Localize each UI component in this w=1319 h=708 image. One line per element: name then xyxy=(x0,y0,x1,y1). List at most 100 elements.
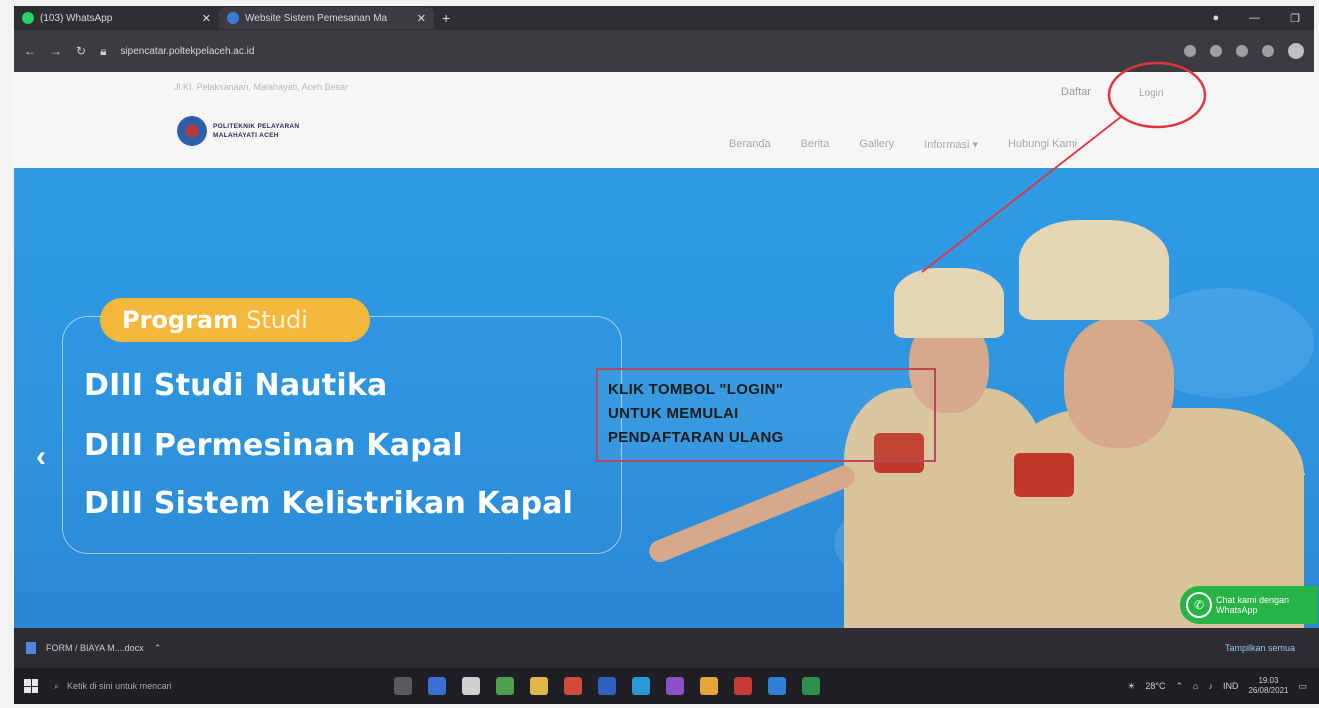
logo-line2: MALAHAYATI ACEH xyxy=(213,132,279,139)
weather-icon[interactable]: ☀ xyxy=(1127,681,1135,692)
new-tab-icon[interactable]: + xyxy=(442,10,450,26)
restore-icon[interactable]: ❐ xyxy=(1290,12,1300,25)
search-placeholder: Ketik di sini untuk mencari xyxy=(67,681,172,691)
clock-date: 26/08/2021 xyxy=(1248,686,1289,695)
window-controls: ● — ❐ xyxy=(1212,12,1314,25)
whatsapp-icon xyxy=(22,12,34,24)
hero-slider: Program Studi DIII Studi Nautika DIII Pe… xyxy=(14,168,1319,628)
file-explorer-icon[interactable] xyxy=(530,677,548,695)
annotation-line-2: UNTUK MEMULAI xyxy=(608,405,739,422)
star-icon[interactable] xyxy=(1210,45,1222,57)
word-icon[interactable] xyxy=(598,677,616,695)
app-orange-icon[interactable] xyxy=(700,677,718,695)
main-nav: Beranda Berita Gallery Informasi ▾ Hubun… xyxy=(729,138,1077,151)
edge-icon[interactable] xyxy=(632,677,650,695)
nav-item-beranda[interactable]: Beranda xyxy=(729,138,771,151)
whatsapp-line2: WhatsApp xyxy=(1216,605,1258,615)
profile-dot-icon[interactable]: ● xyxy=(1212,12,1219,25)
cadet-epaulette xyxy=(1014,453,1074,497)
nav-item-gallery[interactable]: Gallery xyxy=(859,138,894,151)
top-info-line: Jl.KI. Pelaksanaan, Malahayati, Aceh Bes… xyxy=(174,82,349,92)
url-field[interactable]: sipencatar.poltekpelaceh.ac.id xyxy=(120,46,254,57)
clock-time: 19.03 xyxy=(1258,676,1279,685)
download-bar: FORM / BIAYA M....docx ⌃ Tampilkan semua xyxy=(14,628,1319,668)
back-icon[interactable]: ← xyxy=(24,44,36,58)
excel-icon[interactable] xyxy=(802,677,820,695)
site-logo[interactable]: POLITEKNIK PELAYARAN MALAHAYATI ACEH xyxy=(177,116,299,146)
download-file[interactable]: FORM / BIAYA M....docx xyxy=(46,643,144,653)
site-favicon-icon xyxy=(227,12,239,24)
program-studi-pill: Program Studi xyxy=(100,298,370,342)
annotation-line-1: KLIK TOMBOL "LOGIN" xyxy=(608,381,784,398)
pinned-apps xyxy=(394,677,820,695)
whatsapp-line1: Chat kami dengan xyxy=(1216,595,1290,605)
minimize-icon[interactable]: — xyxy=(1249,12,1260,25)
forward-icon[interactable]: → xyxy=(50,44,62,58)
nav-item-hubungi-kami[interactable]: Hubungi Kami xyxy=(1008,138,1077,151)
language-indicator[interactable]: IND xyxy=(1223,681,1239,691)
slider-prev-icon[interactable]: ‹ xyxy=(36,440,46,474)
tab-website[interactable]: Website Sistem Pemesanan Ma ✕ xyxy=(219,7,434,29)
nav-item-informasi[interactable]: Informasi ▾ xyxy=(924,138,978,151)
toolbar-icons xyxy=(1184,43,1304,59)
app-red2-icon[interactable] xyxy=(734,677,752,695)
browser-tab-bar: (103) WhatsApp ✕ Website Sistem Pemesana… xyxy=(14,6,1314,30)
cadet-hat xyxy=(1019,220,1169,320)
instruction-annotation: KLIK TOMBOL "LOGIN" UNTUK MEMULAI PENDAF… xyxy=(596,368,936,462)
login-link[interactable]: Login xyxy=(1139,88,1163,99)
show-all-link[interactable]: Tampilkan semua xyxy=(1225,643,1295,653)
clock[interactable]: 19.03 26/08/2021 xyxy=(1248,676,1288,696)
nav-label: Informasi xyxy=(924,139,970,151)
program-bold: Program xyxy=(122,306,239,334)
weather-temp[interactable]: 28°C xyxy=(1145,681,1165,691)
taskbar: ⌕ Ketik di sini untuk mencari ☀ 28°C ⌃ ⌂… xyxy=(14,668,1319,704)
chrome-icon[interactable] xyxy=(496,677,514,695)
search-icon: ⌕ xyxy=(54,680,60,691)
close-tab-icon[interactable]: ✕ xyxy=(417,12,426,25)
logo-emblem-icon xyxy=(177,116,207,146)
system-tray: ☀ 28°C ⌃ ⌂ ♪ IND 19.03 26/08/2021 ▭ xyxy=(1127,676,1319,696)
tray-chevron-icon[interactable]: ⌃ xyxy=(1175,681,1183,692)
close-tab-icon[interactable]: ✕ xyxy=(202,12,211,25)
nav-item-berita[interactable]: Berita xyxy=(801,138,830,151)
website: Jl.KI. Pelaksanaan, Malahayati, Aceh Bes… xyxy=(14,72,1319,628)
daftar-link[interactable]: Daftar xyxy=(1061,86,1091,98)
address-bar: ← → ↻ 🔒︎ sipencatar.poltekpelaceh.ac.id xyxy=(14,30,1314,72)
share-icon[interactable] xyxy=(1184,45,1196,57)
prodi-kelistrikan: DIII Sistem Kelistrikan Kapal xyxy=(84,486,574,521)
prodi-permesinan: DIII Permesinan Kapal xyxy=(84,428,463,463)
puzzle-icon[interactable] xyxy=(1262,45,1274,57)
cadet-arm xyxy=(645,462,859,566)
whatsapp-icon: ✆ xyxy=(1186,592,1212,618)
tab-label: (103) WhatsApp xyxy=(40,12,113,24)
cadet-hat xyxy=(894,268,1004,338)
store-icon[interactable] xyxy=(462,677,480,695)
taskbar-search[interactable]: ⌕ Ketik di sini untuk mencari xyxy=(54,674,354,698)
document-icon xyxy=(26,642,36,654)
tab-whatsapp[interactable]: (103) WhatsApp ✕ xyxy=(14,7,219,29)
whatsapp-chat-button[interactable]: ✆ Chat kami dengan WhatsApp xyxy=(1180,586,1318,624)
notification-icon[interactable]: ▭ xyxy=(1298,681,1307,692)
onenote-icon[interactable] xyxy=(666,677,684,695)
cadet-face xyxy=(1064,318,1174,448)
chevron-down-icon: ▾ xyxy=(972,139,979,151)
photos-icon[interactable] xyxy=(428,677,446,695)
mail-icon[interactable] xyxy=(768,677,786,695)
lock-icon[interactable]: 🔒︎ xyxy=(100,44,106,59)
tab-label: Website Sistem Pemesanan Ma xyxy=(245,12,388,24)
volume-icon[interactable]: ♪ xyxy=(1208,681,1213,691)
logo-text: POLITEKNIK PELAYARAN MALAHAYATI ACEH xyxy=(213,122,299,140)
profile-avatar-icon[interactable] xyxy=(1288,43,1304,59)
program-light: Studi xyxy=(246,306,308,334)
extension-icon[interactable] xyxy=(1236,45,1248,57)
task-view-icon[interactable] xyxy=(394,677,412,695)
app-red-icon[interactable] xyxy=(564,677,582,695)
windows-start-icon[interactable] xyxy=(24,679,38,693)
whatsapp-label: Chat kami dengan WhatsApp xyxy=(1216,595,1289,615)
chevron-up-icon[interactable]: ⌃ xyxy=(154,643,162,654)
network-icon[interactable]: ⌂ xyxy=(1193,681,1198,691)
reload-icon[interactable]: ↻ xyxy=(76,44,86,58)
annotation-line-3: PENDAFTARAN ULANG xyxy=(608,429,784,446)
prodi-nautika: DIII Studi Nautika xyxy=(84,368,388,403)
logo-line1: POLITEKNIK PELAYARAN xyxy=(213,123,300,130)
